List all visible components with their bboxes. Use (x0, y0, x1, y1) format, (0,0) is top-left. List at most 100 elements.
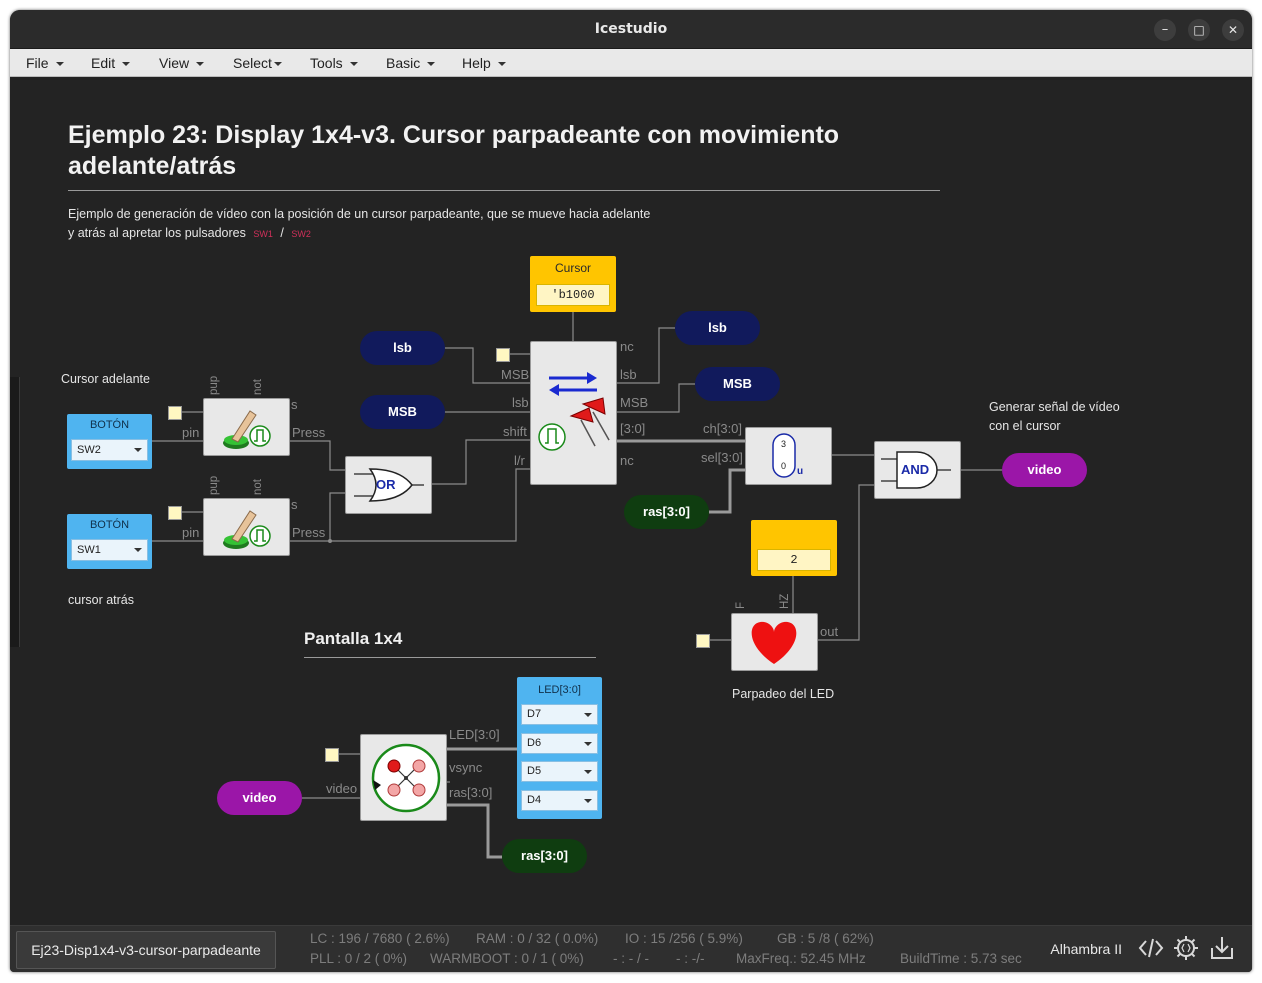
led-select-d7[interactable]: D7 (521, 704, 598, 725)
pin-select-sw1[interactable]: SW1 (71, 539, 148, 561)
chevron-down-icon (134, 448, 142, 452)
close-button[interactable]: ✕ (1222, 19, 1244, 41)
stat-gb: GB : 5 /8 ( 62%) (777, 931, 874, 946)
label-video-output[interactable]: video (1002, 453, 1087, 487)
code-icon[interactable] (1137, 934, 1165, 962)
menu-help[interactable]: Help (462, 55, 506, 71)
label-lsb-output[interactable]: lsb (675, 311, 760, 345)
sw1-tag: SW1 (253, 229, 273, 239)
port-label-not: not (252, 479, 264, 495)
section-pantalla-title: Pantalla 1x4 (304, 629, 403, 648)
comment-generar-2: con el cursor (989, 419, 1061, 433)
port-label-s: s (291, 397, 298, 412)
port-label-shift: shift (503, 424, 527, 439)
minimize-button[interactable]: – (1154, 19, 1176, 41)
label-ras-bottom[interactable]: ras[3:0] (502, 839, 587, 873)
blink-heart-block[interactable] (731, 613, 818, 671)
status-bar: Ej23-Disp1x4-v3-cursor-parpadeante LC : … (10, 925, 1252, 972)
port-label-f: F (735, 601, 747, 609)
input-button-sw2[interactable]: BOTÓN SW2 (67, 414, 152, 469)
chevron-down-icon (584, 712, 592, 717)
menu-select[interactable]: Select (233, 55, 282, 71)
display-icon (371, 743, 441, 813)
menu-tools[interactable]: Tools (310, 55, 358, 71)
stat-warmboot: WARMBOOT : 0 / 1 ( 0%) (430, 951, 584, 966)
mux-icon (772, 433, 796, 478)
menu-file[interactable]: File (26, 55, 64, 71)
port-label-vsync: vsync (449, 760, 483, 775)
constant-2-value[interactable]: 2 (757, 549, 831, 571)
build-gear-icon[interactable] (1172, 934, 1200, 962)
clock-input-icon[interactable] (168, 506, 182, 520)
port-label-ch: ch[3:0] (703, 421, 743, 436)
title-divider (68, 190, 940, 191)
chevron-down-icon (497, 62, 506, 66)
shift-register-block[interactable] (530, 341, 617, 485)
port-label-lsb: lsb (512, 395, 529, 410)
chevron-down-icon (134, 548, 142, 552)
design-canvas[interactable]: Ejemplo 23: Display 1x4-v3. Cursor parpa… (10, 77, 1252, 925)
clock-input-icon[interactable] (496, 348, 510, 362)
label-lsb-input[interactable]: lsb (360, 331, 445, 365)
led-select-d6[interactable]: D6 (521, 733, 598, 754)
upload-icon[interactable] (1208, 934, 1236, 962)
input-button-sw1[interactable]: BOTÓN SW1 (67, 514, 152, 569)
clock-input-icon[interactable] (325, 748, 339, 762)
and-gate-block[interactable]: AND (874, 441, 961, 499)
section-divider (304, 657, 596, 658)
port-label-out: out (820, 624, 839, 639)
menu-edit[interactable]: Edit (91, 55, 131, 71)
or-gate-block[interactable]: OR (345, 456, 432, 514)
cursor-constant-value[interactable]: 'b1000 (536, 284, 610, 306)
title-bar: Icestudio – □ ✕ (10, 10, 1252, 49)
port-label-video: video (326, 781, 358, 796)
port-label-led: LED[3:0] (449, 727, 500, 742)
cursor-constant-block[interactable]: Cursor 'b1000 (530, 256, 616, 312)
label-video-input[interactable]: video (217, 781, 302, 815)
mux-block[interactable]: 3 0 u (745, 427, 832, 485)
board-selector[interactable]: Alhambra II (1050, 941, 1122, 957)
menu-basic[interactable]: Basic (386, 55, 436, 71)
and-gate-label: AND (901, 462, 930, 477)
button-title: BOTÓN (89, 519, 130, 531)
label-msb-input[interactable]: MSB (360, 395, 445, 429)
pin-select-sw2[interactable]: SW2 (71, 439, 148, 461)
app-window: Icestudio – □ ✕ File Edit View Select To… (10, 10, 1252, 972)
port-label-out-msb: MSB (620, 395, 649, 410)
chevron-down-icon (196, 62, 205, 66)
led-select-d4[interactable]: D4 (521, 790, 598, 811)
port-label-msb: MSB (501, 367, 530, 382)
stat-io: IO : 15 /256 ( 5.9%) (625, 931, 743, 946)
chevron-down-icon (349, 62, 358, 66)
project-tab[interactable]: Ej23-Disp1x4-v3-cursor-parpadeante (16, 931, 276, 969)
button-press-block-top[interactable] (203, 398, 290, 456)
chevron-down-icon (584, 769, 592, 774)
heart-icon (751, 621, 797, 664)
description-line2: y atrás al apretar los pulsadores SW1 / … (68, 226, 311, 240)
maximize-button[interactable]: □ (1188, 19, 1210, 41)
clock-input-icon[interactable] (168, 406, 182, 420)
shift-arrows-icon (538, 372, 610, 451)
led-output-block[interactable]: LED[3:0] D7 D6 D5 D4 (517, 677, 602, 819)
comment-cursor-atras: cursor atrás (68, 593, 134, 607)
stat-dash2: - : -/- (676, 951, 705, 966)
port-label-pin: pin (182, 425, 200, 440)
port-label-press: Press (292, 525, 326, 540)
button-press-icon (223, 410, 271, 449)
button-title: BOTÓN (89, 419, 130, 431)
label-ras-mid[interactable]: ras[3:0] (624, 495, 709, 529)
label-msb-output[interactable]: MSB (695, 367, 780, 401)
port-label-nc: nc (620, 453, 634, 468)
stat-maxfreq: MaxFreq.: 52.45 MHz (736, 951, 866, 966)
chevron-down-icon (122, 62, 131, 66)
button-press-block-bottom[interactable] (203, 498, 290, 556)
constant-2-block[interactable]: 2 (751, 520, 837, 576)
menu-view[interactable]: View (159, 55, 205, 71)
display-1x4-block[interactable] (360, 734, 447, 821)
led-select-d5[interactable]: D5 (521, 761, 598, 782)
port-label-hz: HZ (779, 593, 791, 609)
clock-input-icon[interactable] (696, 634, 710, 648)
chevron-down-icon (584, 798, 592, 803)
cursor-constant-title: Cursor (554, 261, 591, 275)
stat-ram: RAM : 0 / 32 ( 0.0%) (476, 931, 599, 946)
